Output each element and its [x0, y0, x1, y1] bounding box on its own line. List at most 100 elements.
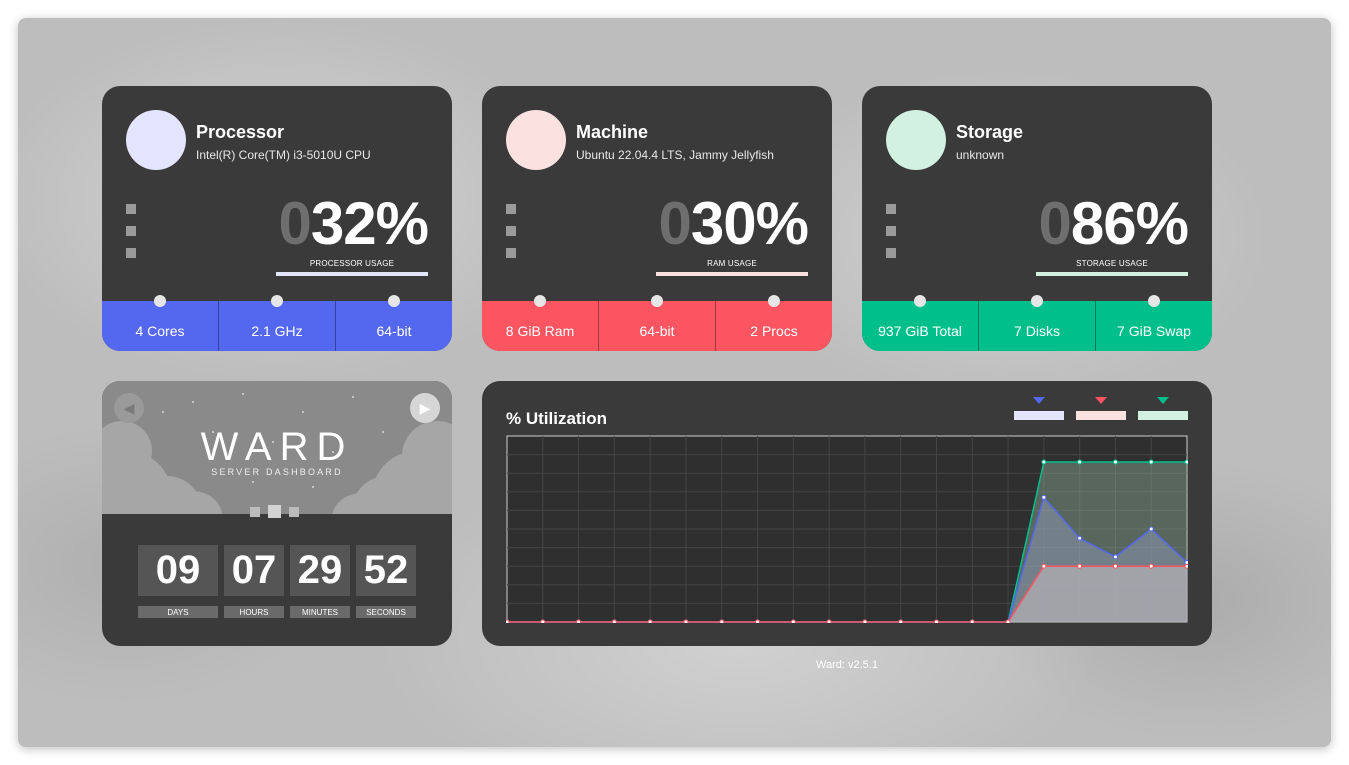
star-decoration	[192, 401, 194, 403]
usage-label: RAM USAGE	[707, 259, 757, 268]
data-point	[611, 619, 617, 623]
card-title: Storage	[956, 122, 1024, 142]
usage-label: STORAGE USAGE	[1076, 259, 1148, 268]
stat-cell: 7 GiB Swap	[1095, 295, 1212, 351]
data-point	[1112, 563, 1118, 569]
utilization-chart-card: % Utilization	[482, 381, 1212, 646]
machine-avatar	[506, 110, 566, 170]
stat-knob-icon	[1031, 295, 1043, 307]
stat-value: 937 GiB Total	[878, 323, 962, 339]
stats-row: 8 GiB Ram 64-bit 2 Procs	[482, 295, 832, 351]
data-point	[755, 619, 761, 623]
legend-item[interactable]	[1138, 397, 1188, 421]
usage-leading-zero: 0	[1038, 190, 1072, 257]
uptime-label: MINUTES	[290, 606, 350, 618]
processor-card: Processor Intel(R) Core(TM) i3-5010U CPU…	[102, 86, 452, 351]
data-point	[1112, 459, 1118, 465]
data-point	[506, 619, 510, 623]
data-point	[826, 619, 832, 623]
star-decoration	[252, 481, 254, 483]
stats-row: 4 Cores 2.1 GHz 64-bit	[102, 295, 452, 351]
data-point	[933, 619, 939, 623]
card-subtitle: Ubuntu 22.04.4 LTS, Jammy Jellyfish	[576, 148, 774, 162]
usage-percentage: 030%	[659, 194, 809, 254]
stat-value: 7 GiB Swap	[1117, 323, 1191, 339]
usage-leading-zero: 0	[278, 190, 312, 257]
uptime-label: DAYS	[138, 606, 218, 618]
previous-arrow-icon[interactable]: ◀	[114, 393, 144, 423]
stat-knob-icon	[271, 295, 283, 307]
data-point	[969, 619, 975, 623]
uptime-value: 09	[138, 545, 218, 596]
pager-dot[interactable]	[289, 506, 299, 517]
uptime-card: WARD SERVER DASHBOARD ◀ ▶ 09 DAYS 07 HOUR…	[102, 381, 452, 646]
pager-dot[interactable]	[250, 506, 260, 517]
data-point	[898, 619, 904, 623]
usage-underline	[656, 272, 808, 276]
stat-value: 7 Disks	[1014, 323, 1060, 339]
legend-swatch	[1138, 411, 1188, 420]
chart-legend	[1014, 397, 1188, 421]
version-footer: Ward: v2.5.1	[816, 659, 878, 671]
stat-cell: 4 Cores	[102, 295, 218, 351]
star-decoration	[242, 393, 244, 395]
data-point	[1041, 563, 1047, 569]
stat-value: 64-bit	[376, 323, 412, 339]
data-point	[862, 619, 868, 623]
pager-dot-active[interactable]	[268, 505, 281, 518]
usage-leading-zero: 0	[658, 190, 692, 257]
usage-value: 86%	[1070, 190, 1189, 257]
stat-cell: 8 GiB Ram	[482, 295, 598, 351]
data-point	[1077, 459, 1083, 465]
legend-swatch	[1014, 411, 1064, 420]
legend-item[interactable]	[1014, 397, 1064, 421]
next-arrow-icon[interactable]: ▶	[410, 393, 440, 423]
uptime-days: 09 DAYS	[138, 545, 218, 618]
stat-knob-icon	[534, 295, 546, 307]
stat-cell: 64-bit	[335, 295, 452, 351]
storage-avatar	[886, 110, 946, 170]
usage-value: 30%	[690, 190, 809, 257]
uptime-label: HOURS	[224, 606, 284, 618]
stat-value: 4 Cores	[135, 323, 185, 339]
stat-value: 64-bit	[639, 323, 675, 339]
card-menu-dots[interactable]	[506, 204, 516, 270]
uptime-counter: 09 DAYS 07 HOURS 29 MINUTES 52 SECONDS	[138, 545, 422, 618]
data-point	[1184, 563, 1188, 569]
data-point	[719, 619, 725, 623]
legend-swatch	[1076, 411, 1126, 420]
legend-item[interactable]	[1076, 397, 1126, 421]
data-point	[790, 619, 796, 623]
stats-row: 937 GiB Total 7 Disks 7 GiB Swap	[862, 295, 1212, 351]
star-decoration	[312, 486, 314, 488]
usage-label: PROCESSOR USAGE	[309, 259, 395, 268]
stat-knob-icon	[388, 295, 400, 307]
stat-knob-icon	[1148, 295, 1160, 307]
banner-pager	[250, 505, 299, 518]
stat-knob-icon	[914, 295, 926, 307]
stat-knob-icon	[768, 295, 780, 307]
usage-percentage: 032%	[279, 194, 429, 254]
star-decoration	[352, 396, 354, 398]
data-point	[1041, 494, 1047, 500]
uptime-label: SECONDS	[356, 606, 416, 618]
star-decoration	[162, 411, 164, 413]
card-title: Machine	[576, 122, 649, 142]
usage-value: 32%	[310, 190, 429, 257]
processor-avatar	[126, 110, 186, 170]
data-point	[1077, 535, 1083, 541]
data-point	[683, 619, 689, 623]
uptime-value: 07	[224, 545, 284, 596]
data-point	[1148, 563, 1154, 569]
legend-marker-icon	[1033, 397, 1045, 404]
card-menu-dots[interactable]	[886, 204, 896, 270]
stat-cell: 64-bit	[598, 295, 715, 351]
stat-value: 2.1 GHz	[251, 323, 303, 339]
data-point	[1112, 554, 1118, 560]
data-point	[540, 619, 546, 623]
ward-logo: WARD	[200, 425, 354, 469]
card-menu-dots[interactable]	[126, 204, 136, 270]
card-title: Processor	[196, 122, 285, 142]
data-point	[576, 619, 582, 623]
stat-knob-icon	[651, 295, 663, 307]
